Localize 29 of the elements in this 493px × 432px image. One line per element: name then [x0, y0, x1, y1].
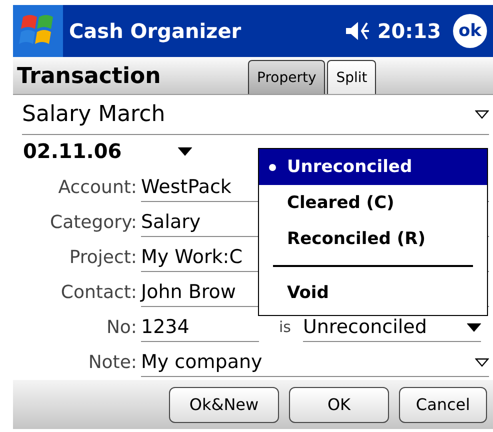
dialog-button[interactable]: OK — [289, 386, 389, 422]
bullet-icon — [269, 164, 276, 170]
dropdown-outline-icon[interactable] — [475, 358, 489, 366]
description-field[interactable]: Salary March — [22, 95, 489, 135]
page-title: Transaction — [16, 64, 162, 91]
connector-text: is — [279, 318, 291, 338]
field-label: Contact: — [60, 282, 137, 305]
start-button[interactable] — [13, 5, 63, 57]
tab[interactable]: Property — [248, 60, 326, 94]
clock-time[interactable]: 20:13 — [377, 19, 441, 43]
dialog-button[interactable]: Ok&New — [169, 386, 279, 422]
date-value[interactable]: 02.11.06 — [23, 139, 178, 163]
dropdown-icon[interactable] — [466, 322, 481, 332]
field-label: Project: — [68, 247, 137, 270]
menu-item[interactable]: Unreconciled — [259, 149, 487, 185]
speaker-icon[interactable] — [345, 20, 372, 42]
input-field[interactable]: 1234 — [141, 316, 259, 342]
dialog-button[interactable]: Cancel — [399, 386, 487, 422]
dropdown-outline-icon[interactable] — [475, 110, 489, 119]
dropdown-icon[interactable] — [178, 146, 192, 156]
field-label: Account: — [57, 177, 137, 200]
field-label: No: — [105, 317, 137, 340]
note-dropdown[interactable]: My company — [141, 351, 489, 377]
tab[interactable]: Split — [327, 60, 376, 94]
ok-button[interactable]: ok — [453, 14, 487, 48]
field-label: Category: — [49, 212, 137, 235]
window-title: Cash Organizer — [69, 19, 242, 43]
description-value: Salary March — [22, 102, 166, 127]
field-label: Note: — [87, 352, 137, 375]
